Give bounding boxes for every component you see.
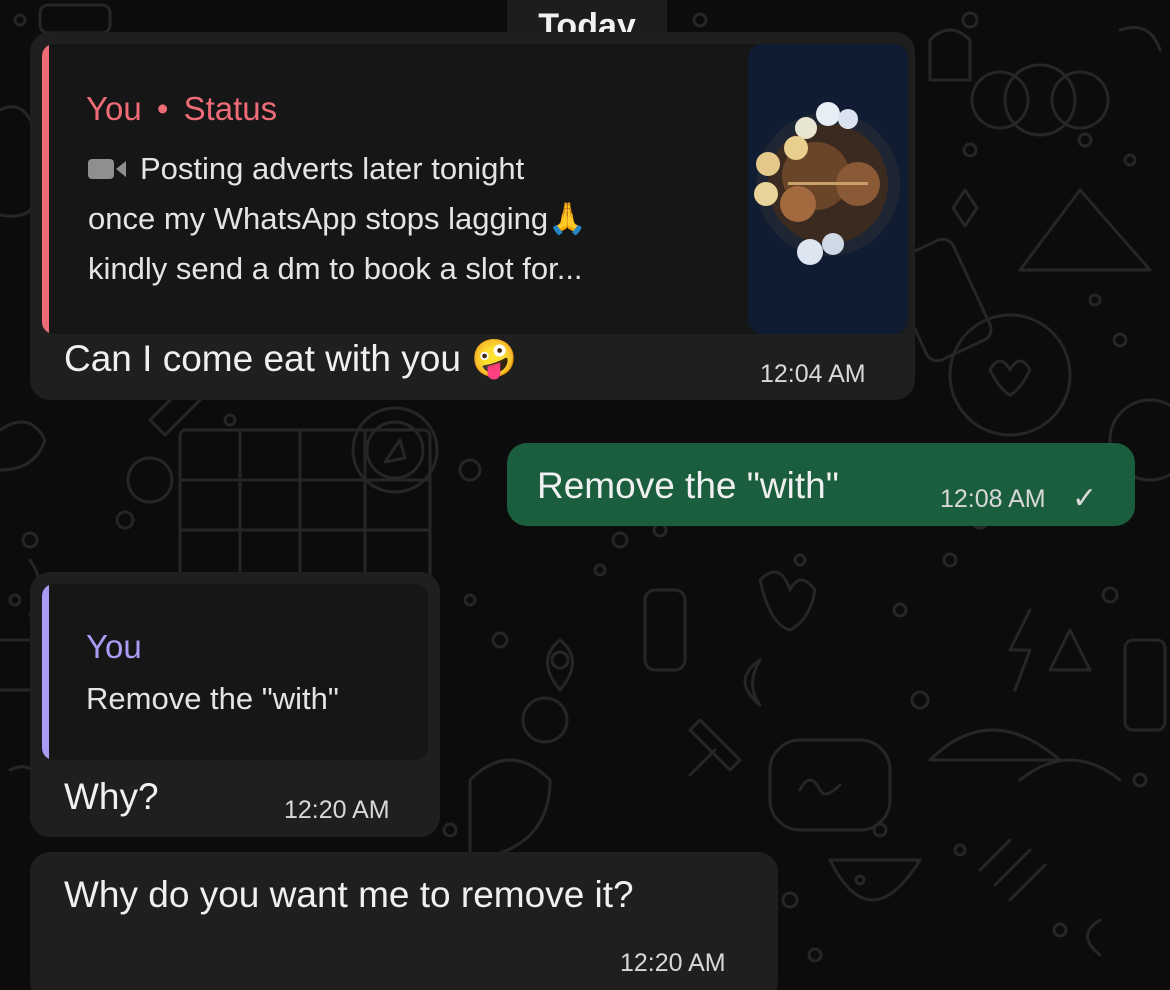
message-timestamp: 12:20 AM (284, 796, 390, 824)
message-text: Can I come eat with you 🤪 (64, 338, 518, 379)
food-platter-image (748, 44, 908, 334)
message-text: Remove the "with" (537, 465, 839, 506)
message-text: Why? (64, 776, 159, 817)
message-timestamp: 12:08 AM (940, 485, 1046, 513)
outgoing-message-bubble[interactable]: Remove the "with" 12:08 AM ✓ (507, 443, 1135, 526)
incoming-message-bubble[interactable]: You Remove the "with" Why? 12:20 AM (30, 572, 440, 837)
incoming-message-bubble[interactable]: Why do you want me to remove it? 12:20 A… (30, 852, 778, 990)
quote-context-label: Status (183, 90, 278, 127)
chat-screen: Today You • Status Posting adverts later… (0, 0, 1170, 990)
quoted-reply[interactable]: You Remove the "with" (42, 584, 428, 760)
status-thumbnail[interactable] (748, 44, 908, 334)
single-check-icon: ✓ (1072, 482, 1098, 515)
quote-author-name: You (86, 628, 142, 665)
message-timestamp: 12:20 AM (620, 949, 726, 977)
quote-accent-bar (42, 584, 49, 760)
message-timestamp: 12:04 AM (760, 360, 866, 388)
quote-separator: • (156, 90, 169, 127)
quote-author-line: You • Status (86, 90, 277, 128)
quote-line-3: kindly send a dm to book a slot for... (88, 251, 583, 286)
quoted-status-reply[interactable]: You • Status Posting adverts later tonig… (42, 44, 908, 334)
quote-text: Remove the "with" (86, 681, 339, 716)
message-text: Why do you want me to remove it? (64, 874, 634, 915)
incoming-message-bubble[interactable]: You • Status Posting adverts later tonig… (30, 32, 915, 400)
video-camera-icon (88, 159, 126, 179)
quote-line-1: Posting adverts later tonight (140, 151, 525, 186)
quote-line-2: once my WhatsApp stops lagging🙏 (88, 201, 587, 236)
quote-accent-bar (42, 44, 49, 334)
quote-author-name: You (86, 90, 142, 127)
